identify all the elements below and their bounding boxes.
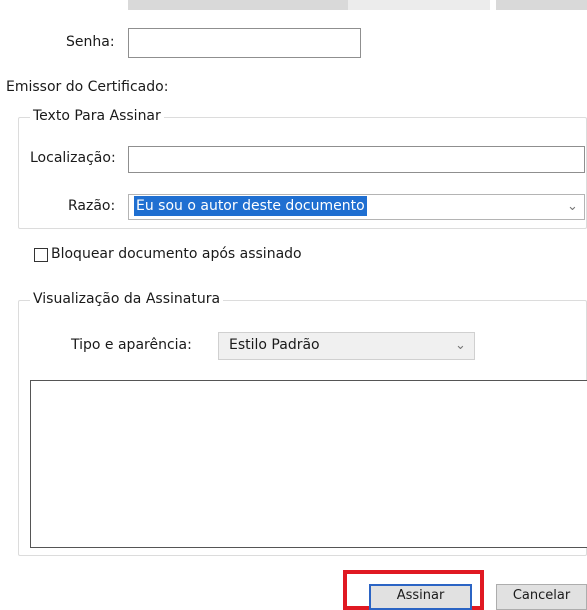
cert-issuer-label: Emissor do Certificado: [6, 79, 169, 95]
top-field-segment [348, 0, 490, 10]
appearance-type-dropdown[interactable]: Estilo Padrão ⌄ [218, 332, 475, 360]
signature-preview-legend: Visualização da Assinatura [30, 291, 224, 307]
chevron-down-icon: ⌄ [567, 199, 578, 214]
signature-preview-box [30, 380, 587, 548]
top-right-field-edge [496, 0, 587, 10]
lock-document-label: Bloquear documento após assinado [51, 246, 302, 262]
reason-label: Razão: [68, 198, 116, 214]
lock-document-checkbox[interactable] [34, 248, 48, 262]
appearance-type-label: Tipo e aparência: [71, 337, 192, 353]
password-label: Senha: [66, 34, 115, 50]
sign-text-legend: Texto Para Assinar [30, 108, 164, 124]
password-field[interactable] [128, 28, 361, 58]
location-field[interactable] [128, 146, 585, 173]
reason-dropdown[interactable]: Eu sou o autor deste documento ⌄ [128, 194, 585, 220]
appearance-type-value: Estilo Padrão [229, 337, 320, 353]
reason-selected-value: Eu sou o autor deste documento [134, 196, 367, 216]
sign-button[interactable]: Assinar [369, 584, 472, 610]
cancel-button[interactable]: Cancelar [496, 584, 587, 610]
location-label: Localização: [30, 150, 116, 166]
chevron-down-icon: ⌄ [455, 338, 466, 353]
